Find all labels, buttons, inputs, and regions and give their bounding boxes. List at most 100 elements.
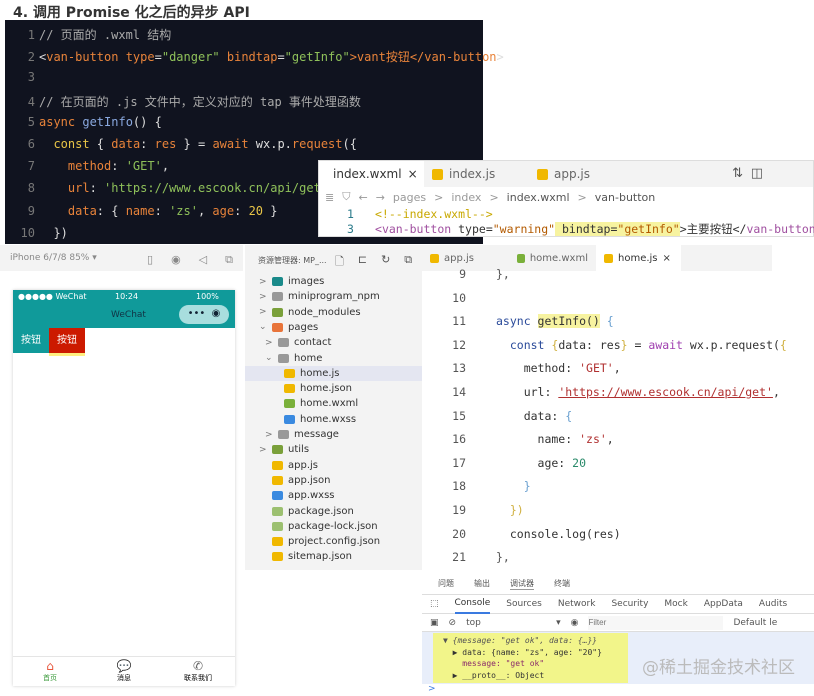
line-number: 10: [20, 225, 35, 240]
close-icon[interactable]: ×: [663, 253, 671, 264]
volume-icon[interactable]: ◁: [199, 253, 207, 266]
code-token: wx.p.request(: [689, 337, 780, 352]
code-token: console.log(res): [496, 526, 621, 541]
record-icon[interactable]: ◉: [171, 253, 181, 266]
new-folder-icon[interactable]: ⊏: [358, 253, 367, 272]
console-line[interactable]: ▶ __proto__: Object: [443, 671, 545, 680]
explorer-item[interactable]: > contact: [245, 335, 422, 350]
explorer-item[interactable]: home.js: [245, 365, 422, 381]
explorer-item[interactable]: app.json: [245, 473, 422, 488]
panel-tab[interactable]: 终端: [554, 578, 570, 590]
explorer-item[interactable]: > images: [245, 274, 422, 289]
phone-icon[interactable]: ▯: [147, 253, 153, 266]
code-token: url:: [496, 385, 559, 399]
folder-icon: [272, 307, 283, 317]
breadcrumb-item[interactable]: index.wxml: [507, 191, 570, 204]
explorer-item[interactable]: ⌄ pages: [245, 320, 422, 335]
collapse-icon[interactable]: ⧉: [404, 253, 412, 272]
clear-icon[interactable]: ⊘: [449, 618, 457, 628]
breadcrumb-item[interactable]: van-button: [595, 191, 655, 204]
eye-icon[interactable]: ◉: [571, 618, 579, 628]
code-line: 4 // 在页面的 .js 文件中，定义对应的 tap 事件处理函数: [5, 93, 361, 110]
tab-index-js[interactable]: index.js: [424, 161, 529, 187]
console-prompt[interactable]: >: [428, 684, 436, 694]
panel-tab[interactable]: 调试器: [510, 578, 534, 590]
console-line[interactable]: ▼ {message: "get ok", data: {…}}: [443, 636, 597, 645]
window-icon[interactable]: ⧉: [225, 253, 233, 266]
tab-index-wxml[interactable]: index.wxml ×: [319, 161, 424, 187]
chevron-icon[interactable]: >: [259, 307, 267, 317]
panel-tab[interactable]: 输出: [474, 578, 490, 590]
console-output[interactable]: ▼ {message: "get ok", data: {…}} ▶ data:…: [433, 633, 628, 683]
chevron-icon[interactable]: ⌄: [259, 322, 267, 332]
tab-home-wxml[interactable]: home.wxml: [509, 245, 596, 271]
explorer-item[interactable]: home.wxml: [245, 396, 422, 411]
console-line[interactable]: ▶ data: {name: "zs", age: "20"}: [443, 648, 602, 657]
inspect-icon[interactable]: ⬚: [430, 599, 439, 609]
console-line[interactable]: message: "get ok": [443, 659, 544, 668]
devtools-tab-mock[interactable]: Mock: [664, 599, 687, 609]
devtools-tab-sources[interactable]: Sources: [506, 599, 542, 609]
code-line: 14 url: 'https://www.escook.cn/api/get',: [422, 385, 780, 399]
forward-icon[interactable]: →: [376, 191, 385, 204]
refresh-icon[interactable]: ↻: [381, 253, 390, 272]
explorer-item-label: node_modules: [288, 306, 361, 318]
explorer-item[interactable]: app.js: [245, 458, 422, 473]
chevron-icon[interactable]: ⌄: [265, 353, 273, 363]
panel-tab[interactable]: 问题: [438, 578, 454, 590]
explorer-item[interactable]: home.wxss: [245, 412, 422, 427]
tabbar-item[interactable]: ⌂ 首页: [13, 657, 87, 686]
explorer-item[interactable]: project.config.json: [245, 534, 422, 549]
explorer-item[interactable]: > miniprogram_npm: [245, 289, 422, 304]
chevron-icon[interactable]: >: [259, 292, 267, 302]
context-select[interactable]: top: [466, 618, 546, 628]
device-select[interactable]: iPhone 6/7/8 85% ▾: [10, 253, 97, 263]
bookmark-icon[interactable]: ⛉: [342, 190, 350, 204]
close-icon[interactable]: ×: [408, 167, 418, 181]
line-number: 8: [27, 181, 35, 196]
breadcrumb-item[interactable]: index: [451, 191, 481, 204]
devtools-tab-console[interactable]: Console: [454, 594, 491, 614]
home-icon: ⌂: [46, 659, 54, 673]
code-token: // 在页面的 .js 文件中，定义对应的 tap 事件处理函数: [39, 94, 361, 109]
devtools-tab-audits[interactable]: Audits: [759, 599, 787, 609]
tabbar-item[interactable]: 💬 消息: [87, 657, 161, 686]
code-line: 10: [422, 291, 496, 305]
code-token: :: [154, 203, 170, 218]
chevron-icon[interactable]: >: [265, 430, 273, 440]
filter-input[interactable]: [588, 615, 724, 630]
new-file-icon[interactable]: 🗋: [335, 253, 344, 272]
tab-app-js[interactable]: app.js: [529, 161, 634, 187]
danger-button[interactable]: 按钮: [49, 328, 85, 353]
devtools-tab-appdata[interactable]: AppData: [704, 599, 743, 609]
explorer-item[interactable]: package.json: [245, 504, 422, 519]
explorer-item[interactable]: app.wxss: [245, 488, 422, 503]
outline-icon[interactable]: ≣: [325, 191, 334, 204]
split-editor-icon[interactable]: ◫: [751, 166, 763, 181]
chevron-icon[interactable]: >: [259, 445, 267, 455]
explorer-item[interactable]: ⌄ home: [245, 351, 422, 366]
capsule-menu-button[interactable]: ••• ◉: [179, 305, 229, 324]
explorer-item[interactable]: > node_modules: [245, 305, 422, 320]
file-explorer: 资源管理器: MP_... 🗋 ⊏ ↻ ⧉ > images > miniprogram_n…: [245, 245, 422, 570]
devtools-tab-network[interactable]: Network: [558, 599, 596, 609]
explorer-item[interactable]: package-lock.json: [245, 519, 422, 534]
explorer-item[interactable]: > message: [245, 427, 422, 442]
sidebar-toggle-icon[interactable]: ▣: [430, 618, 439, 628]
devtools-tab-security[interactable]: Security: [611, 599, 648, 609]
line-number: 1: [27, 28, 35, 42]
compare-icon[interactable]: ⇅: [732, 166, 743, 181]
explorer-item[interactable]: > utils: [245, 442, 422, 457]
back-icon[interactable]: ←: [358, 191, 367, 204]
tab-home-js[interactable]: home.js ×: [596, 245, 681, 271]
tabbar-item[interactable]: ✆ 联系我们: [161, 657, 235, 686]
breadcrumb-item[interactable]: pages: [393, 191, 426, 204]
default-button[interactable]: 按钮: [13, 328, 49, 353]
explorer-item-label: app.json: [288, 474, 331, 486]
chevron-icon[interactable]: >: [265, 338, 273, 348]
levels-select[interactable]: Default le: [733, 618, 777, 628]
chevron-icon[interactable]: >: [259, 277, 267, 287]
code-token: >主要按钮</: [679, 222, 747, 236]
explorer-item[interactable]: home.json: [245, 381, 422, 396]
explorer-item[interactable]: sitemap.json: [245, 549, 422, 564]
